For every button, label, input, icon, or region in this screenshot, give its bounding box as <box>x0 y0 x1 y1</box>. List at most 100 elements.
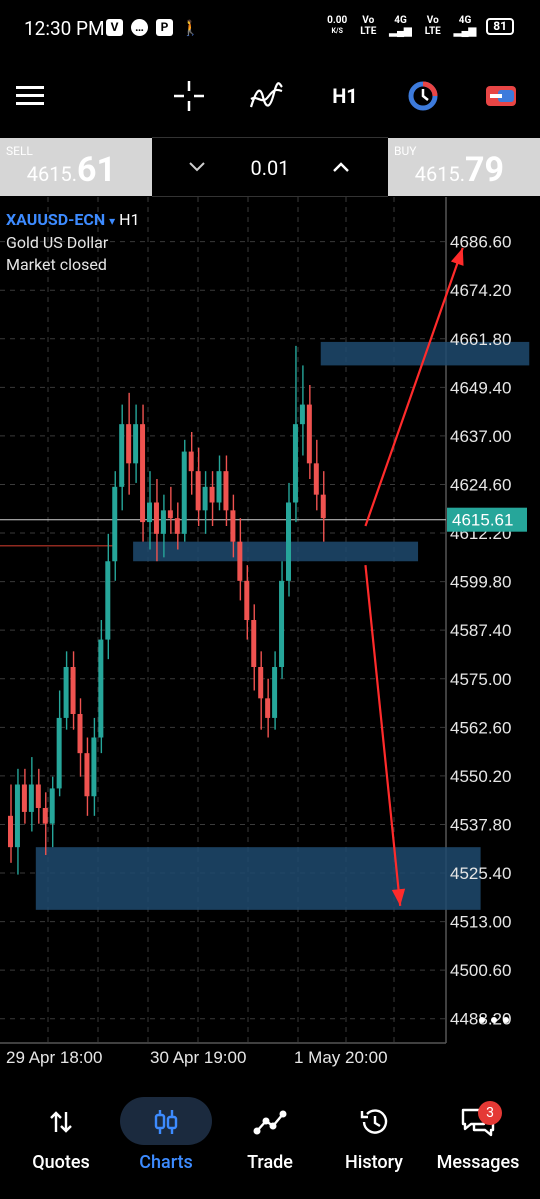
sim2-volte: Vo LTE <box>424 15 441 37</box>
buy-button[interactable]: BUY 4615.79 <box>388 138 540 196</box>
nav-charts-label: Charts <box>139 1152 193 1173</box>
candle-body <box>14 784 20 848</box>
price-axis-label: 4624.60 <box>450 475 511 494</box>
history-icon <box>320 1102 428 1142</box>
symbol-dropdown-icon[interactable]: ▾ <box>109 214 115 228</box>
nav-trade-label: Trade <box>247 1152 293 1173</box>
candle-body <box>244 580 250 620</box>
candle-body <box>258 667 264 699</box>
chart-timeframe: H1 <box>119 210 140 229</box>
candle-body <box>174 518 180 534</box>
trend-line-icon <box>216 1102 324 1142</box>
candle-body <box>313 463 319 495</box>
candle-body <box>188 451 194 472</box>
candle-body <box>209 486 215 503</box>
candle-body <box>320 494 326 519</box>
candle-body <box>112 486 118 562</box>
candle-body <box>8 815 13 848</box>
candle-body <box>216 471 222 503</box>
candle-body <box>223 471 229 511</box>
candle-body <box>77 714 83 754</box>
indicators-icon[interactable] <box>244 72 288 120</box>
candle-body <box>299 404 305 425</box>
status-right: 0.00 K/S Vo LTE 4G ▂▄▆ Vo LTE 4G ▂▄▆ 81 <box>327 15 514 37</box>
candle-body <box>126 424 132 464</box>
candle-body <box>84 753 90 797</box>
time-axis-label: 29 Apr 18:00 <box>6 1048 102 1067</box>
candle-body <box>21 784 27 812</box>
symbol-description: Gold US Dollar <box>6 233 109 252</box>
current-price-label: 4615.61 <box>452 511 513 530</box>
chart-area[interactable]: 4686.60 4674.20 4661.80 4649.40 4637.00 4624.… <box>0 197 540 1077</box>
price-axis-label: 4649.40 <box>450 378 511 397</box>
pay-icon: P <box>156 19 173 36</box>
price-axis-label: 4513.00 <box>450 913 511 932</box>
price-axis-label: 4525.40 <box>450 864 511 883</box>
walking-icon: 🚶 <box>181 19 200 37</box>
time-axis-label: 1 May 20:00 <box>294 1048 388 1067</box>
candle-body <box>70 667 76 714</box>
timeframe-button[interactable]: H1 <box>324 72 366 120</box>
price-axis-label: 4599.80 <box>450 573 511 592</box>
candle-body <box>202 486 208 511</box>
nav-quotes-label: Quotes <box>32 1152 90 1173</box>
whatsapp-icon: V <box>106 19 123 36</box>
nav-quotes[interactable]: Quotes <box>7 1080 115 1199</box>
crosshair-icon[interactable] <box>168 72 210 120</box>
candle-body <box>181 451 187 534</box>
chat-icon: … <box>131 19 148 36</box>
time-axis-label: 30 Apr 19:00 <box>150 1048 246 1067</box>
candle-body <box>28 784 34 812</box>
candle-body <box>286 502 291 581</box>
candle-body <box>153 502 159 534</box>
notification-icons: V … P 🚶 <box>106 19 200 37</box>
candle-body <box>195 471 201 511</box>
candle-body <box>133 424 139 464</box>
battery-icon: 81 <box>486 17 514 35</box>
candle-body <box>237 541 243 581</box>
candle-body <box>272 667 278 718</box>
trade-toggle-icon[interactable] <box>480 72 522 120</box>
lot-value[interactable]: 0.01 <box>152 156 388 180</box>
price-axis-label: 4587.40 <box>450 621 511 640</box>
sim1-volte: Vo LTE <box>360 15 377 37</box>
candle-body <box>306 404 312 464</box>
candles-icon <box>112 1102 220 1142</box>
candle-body <box>105 561 111 640</box>
swap-vertical-icon <box>7 1102 115 1142</box>
price-axis-label: 4686.60 <box>450 233 511 252</box>
price-axis-label: 4562.60 <box>450 718 511 737</box>
price-chart[interactable]: 4686.60 4674.20 4661.80 4649.40 4637.00 4624.… <box>0 197 540 1077</box>
buy-label: BUY <box>394 144 417 158</box>
menu-icon[interactable] <box>10 72 50 120</box>
status-time: 12:30 PM <box>24 17 105 40</box>
candle-body <box>147 502 152 523</box>
candle-body <box>279 580 285 667</box>
symbol-name[interactable]: XAUUSD-ECN <box>6 210 105 229</box>
sim2-signal-icon: 4G ▂▄▆ <box>453 15 477 37</box>
sell-button[interactable]: SELL 4615.61 <box>0 138 152 196</box>
nav-trade[interactable]: Trade <box>216 1080 324 1199</box>
increase-lot-icon[interactable] <box>332 160 350 174</box>
market-status: Market closed <box>6 255 107 274</box>
one-click-trade-bar: SELL 4615.61 0.01 BUY 4615.79 <box>0 137 540 197</box>
supply-demand-zone <box>35 847 481 910</box>
symbol-row[interactable]: XAUUSD-ECN ▾ H1 <box>6 210 140 229</box>
candle-body <box>167 510 173 519</box>
more-options-icon[interactable] <box>474 1009 514 1031</box>
candle-body <box>49 788 55 824</box>
time-icon[interactable] <box>402 72 444 120</box>
nav-history[interactable]: History <box>320 1080 428 1199</box>
nav-messages-label: Messages <box>436 1152 520 1173</box>
buy-price: 4615.79 <box>414 150 504 190</box>
candle-body <box>42 808 48 824</box>
candle-body <box>91 737 97 797</box>
nav-charts[interactable]: Charts <box>112 1080 220 1199</box>
candle-body <box>119 424 125 487</box>
sim1-signal-icon: 4G ▂▄▆ <box>389 15 412 37</box>
nav-history-label: History <box>345 1152 403 1173</box>
candle-body <box>56 717 62 789</box>
nav-messages[interactable]: Messages <box>424 1080 532 1199</box>
candle-body <box>230 510 236 542</box>
candle-body <box>140 424 146 523</box>
